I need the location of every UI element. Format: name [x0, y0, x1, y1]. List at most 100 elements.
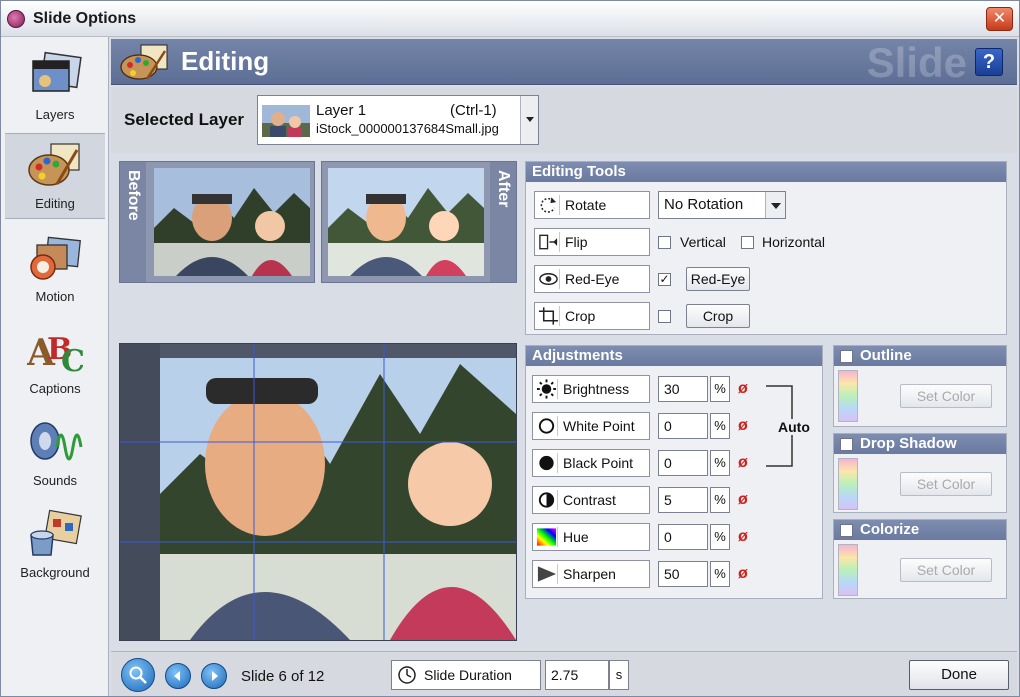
red-eye-label: Red-Eye — [565, 271, 620, 287]
palette-icon — [120, 44, 168, 80]
slide-duration-button[interactable]: Slide Duration — [391, 660, 541, 690]
help-button[interactable]: ? — [975, 48, 1003, 76]
black-point-icon — [539, 453, 558, 473]
window-title: Slide Options — [33, 10, 137, 27]
drop-shadow-set-color-button[interactable]: Set Color — [900, 472, 992, 496]
close-button[interactable]: ✕ — [986, 7, 1013, 31]
before-label: Before — [120, 162, 146, 282]
bottom-bar: Slide 6 of 12 Slide Duration 2.75 s Done — [111, 651, 1017, 696]
flip-horizontal-checkbox[interactable] — [741, 236, 754, 249]
selected-layer-label: Selected Layer — [124, 110, 245, 129]
drop-shadow-checkbox[interactable] — [840, 438, 853, 451]
sidebar-item-label: Background — [20, 565, 90, 580]
colorize-checkbox[interactable] — [840, 524, 853, 537]
captions-icon: A B C — [27, 332, 83, 375]
sidebar-item-label: Sounds — [32, 473, 78, 488]
white-point-button[interactable]: White Point — [532, 412, 650, 440]
arrow-left-icon — [174, 671, 180, 681]
crop-tool-button[interactable]: Crop — [534, 302, 650, 330]
colorize-title: Colorize — [834, 520, 1006, 540]
adjustments-title: Adjustments — [526, 346, 822, 366]
red-eye-checkbox[interactable]: ✓ — [658, 273, 671, 286]
reset-hue-icon[interactable]: ø — [738, 529, 754, 545]
magnifier-icon — [129, 666, 147, 684]
slide-counter: Slide 6 of 12 — [241, 668, 325, 685]
chevron-down-icon[interactable] — [520, 96, 538, 144]
crop-icon — [538, 306, 560, 326]
white-point-label: White Point — [563, 418, 635, 434]
palette-icon — [28, 143, 80, 186]
colorize-group: Colorize Set Color — [833, 519, 1007, 599]
outline-color-swatch — [838, 370, 858, 422]
white-point-icon — [538, 416, 558, 436]
rotate-button[interactable]: Rotate — [534, 191, 650, 219]
white-point-unit: % — [710, 413, 730, 439]
layer-shortcut: (Ctrl-1) — [450, 102, 497, 119]
sidebar-item-motion[interactable]: Motion — [5, 227, 105, 313]
editing-tools-group: Editing Tools Rotate No Rotation Flip Ve… — [525, 161, 1007, 335]
slide-duration-unit: s — [609, 660, 629, 690]
drop-shadow-group: Drop Shadow Set Color — [833, 433, 1007, 513]
after-photo — [328, 168, 484, 276]
before-photo — [154, 168, 310, 276]
reset-contrast-icon[interactable]: ø — [738, 492, 754, 508]
sidebar: Layers Editing Motion A B C Captions Sou… — [1, 37, 109, 696]
sidebar-item-label: Layers — [35, 107, 75, 122]
reset-white-point-icon[interactable]: ø — [738, 418, 754, 434]
black-point-input[interactable]: 0 — [658, 450, 708, 476]
contrast-button[interactable]: Contrast — [532, 486, 650, 514]
sidebar-item-layers[interactable]: Layers — [5, 45, 105, 131]
hue-icon — [536, 527, 558, 547]
rotation-select[interactable]: No Rotation — [658, 191, 786, 219]
hue-input[interactable]: 0 — [658, 524, 708, 550]
white-point-input[interactable]: 0 — [658, 413, 708, 439]
crop-button[interactable]: Crop — [686, 304, 750, 328]
reset-brightness-icon[interactable]: ø — [738, 381, 754, 397]
chevron-down-icon[interactable] — [765, 192, 785, 218]
colorize-set-color-button[interactable]: Set Color — [900, 558, 992, 582]
flip-button[interactable]: Flip — [534, 228, 650, 256]
reset-sharpen-icon[interactable]: ø — [738, 566, 754, 582]
next-slide-button[interactable] — [201, 663, 227, 689]
crop-label: Crop — [565, 308, 596, 324]
sidebar-item-sounds[interactable]: Sounds — [5, 411, 105, 497]
black-point-button[interactable]: Black Point — [532, 449, 650, 477]
outline-title: Outline — [834, 346, 1006, 366]
sidebar-item-background[interactable]: Background — [5, 503, 105, 589]
outline-checkbox[interactable] — [840, 350, 853, 363]
page-title: Editing — [181, 46, 270, 76]
sidebar-item-editing[interactable]: Editing — [5, 133, 105, 219]
main-image-canvas[interactable] — [119, 343, 517, 641]
sharpen-button[interactable]: Sharpen — [532, 560, 650, 588]
outline-set-color-button[interactable]: Set Color — [900, 384, 992, 408]
flip-vertical-label: Vertical — [680, 234, 726, 250]
rotate-icon — [540, 195, 560, 215]
arrow-right-icon — [212, 671, 218, 681]
flip-vertical-checkbox[interactable] — [658, 236, 671, 249]
drop-shadow-title: Drop Shadow — [834, 434, 1006, 454]
main-photo — [120, 344, 516, 640]
slide-duration-input[interactable]: 2.75 — [545, 660, 609, 690]
red-eye-button[interactable]: Red-Eye — [686, 267, 750, 291]
black-point-unit: % — [710, 450, 730, 476]
crop-checkbox[interactable] — [658, 310, 671, 323]
sounds-icon — [30, 422, 83, 461]
previous-slide-button[interactable] — [165, 663, 191, 689]
brightness-button[interactable]: Brightness — [532, 375, 650, 403]
sharpen-input[interactable]: 50 — [658, 561, 708, 587]
brightness-label: Brightness — [563, 381, 630, 397]
reset-black-point-icon[interactable]: ø — [738, 455, 754, 471]
brightness-input[interactable]: 30 — [658, 376, 708, 402]
hue-button[interactable]: Hue — [532, 523, 650, 551]
selected-layer-dropdown[interactable]: Layer 1 (Ctrl-1) iStock_000000137684Smal… — [257, 95, 539, 145]
editing-header: Editing Slide ? — [111, 39, 1017, 86]
contrast-input[interactable]: 5 — [658, 487, 708, 513]
flip-horizontal-label: Horizontal — [762, 234, 826, 250]
done-button[interactable]: Done — [909, 660, 1009, 690]
zoom-preview-button[interactable] — [121, 658, 155, 692]
sidebar-item-label: Editing — [35, 196, 75, 211]
sidebar-item-label: Motion — [35, 289, 75, 304]
auto-button[interactable]: Auto — [776, 419, 812, 435]
sidebar-item-captions[interactable]: A B C Captions — [5, 319, 105, 405]
red-eye-tool-button[interactable]: Red-Eye — [534, 265, 650, 293]
